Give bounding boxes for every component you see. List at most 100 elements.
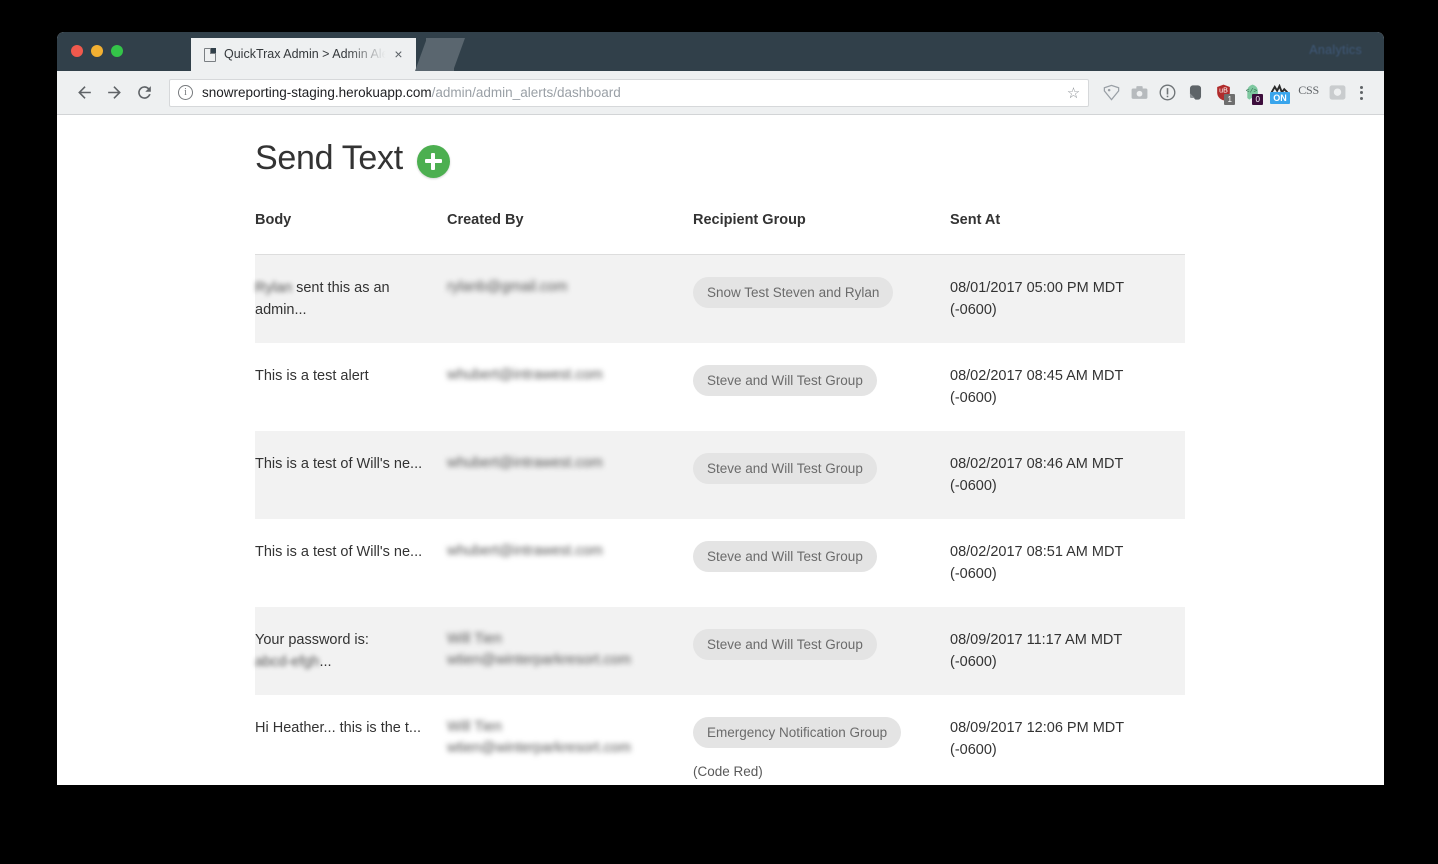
browser-tab-inactive[interactable] xyxy=(415,38,465,71)
cell-created-by: rylanb@gmail.com xyxy=(447,255,693,344)
sent-at-date: 08/09/2017 12:06 PM MDT xyxy=(950,720,1125,736)
exclamation-circle-icon[interactable] xyxy=(1158,83,1177,102)
url-text: snowreporting-staging.herokuapp.com/admi… xyxy=(202,85,621,100)
pocket-icon[interactable] xyxy=(1102,83,1121,102)
minimize-window-button[interactable] xyxy=(91,45,103,57)
column-header-body[interactable]: Body xyxy=(255,212,447,255)
created-by-email: whubert@intrawest.com xyxy=(447,455,603,471)
body-text: This is a test alert xyxy=(255,368,369,384)
table-row[interactable]: Hi Heather... this is the t... Will Tien… xyxy=(255,695,1185,785)
close-window-button[interactable] xyxy=(71,45,83,57)
browser-toolbar: i snowreporting-staging.herokuapp.com/ad… xyxy=(57,71,1384,115)
created-by-name: Will Tien xyxy=(447,631,502,647)
body-text: Your password is: xyxy=(255,632,369,648)
close-tab-button[interactable]: × xyxy=(391,47,406,62)
browser-titlebar: QuickTrax Admin > Admin Alerts × Analyti… xyxy=(57,32,1384,71)
table-row[interactable]: Rylan sent this as an admin... rylanb@gm… xyxy=(255,254,1185,344)
body-text: Hi Heather... this is the t... xyxy=(255,720,422,736)
table-row[interactable]: This is a test of Will's ne... whubert@i… xyxy=(255,431,1185,519)
site-info-icon[interactable]: i xyxy=(178,85,193,100)
page-content: Send Text Body Created By Recipient Grou… xyxy=(57,115,1384,785)
sent-at-offset: (-0600) xyxy=(950,478,997,494)
browser-menu-icon[interactable] xyxy=(1350,80,1372,106)
page-title: Send Text xyxy=(255,139,403,177)
camera-icon[interactable] xyxy=(1130,83,1149,102)
alerts-dashboard: Send Text Body Created By Recipient Grou… xyxy=(255,139,1185,785)
cell-sent-at: 08/02/2017 08:46 AM MDT (-0600) xyxy=(950,431,1185,519)
cell-recipient-group: Emergency Notification Group (Code Red) xyxy=(693,695,950,785)
maximize-window-button[interactable] xyxy=(111,45,123,57)
created-by-name: Will Tien xyxy=(447,719,502,735)
created-by-email: whubert@intrawest.com xyxy=(447,367,603,383)
ublock-origin-icon[interactable]: uB 1 xyxy=(1214,83,1236,105)
page-icon xyxy=(204,47,216,62)
cell-recipient-group: Steve and Will Test Group xyxy=(693,519,950,607)
cell-created-by: Will Tien wtien@winterparkresort.com xyxy=(447,607,693,695)
body-text: This is a test of Will's ne... xyxy=(255,456,423,472)
cell-sent-at: 08/02/2017 08:45 AM MDT (-0600) xyxy=(950,343,1185,431)
cell-sent-at: 08/02/2017 08:51 AM MDT (-0600) xyxy=(950,519,1185,607)
created-by-email: wtien@winterparkresort.com xyxy=(447,740,631,756)
cell-recipient-group: Steve and Will Test Group xyxy=(693,343,950,431)
table-row[interactable]: Your password is: abcd-efgh... Will Tien… xyxy=(255,607,1185,695)
cell-created-by: whubert@intrawest.com xyxy=(447,431,693,519)
sent-at-date: 08/09/2017 11:17 AM MDT xyxy=(950,632,1123,648)
extension-toolbar: uB 1 </> 0 ON CSS xyxy=(1095,83,1347,105)
column-header-recipient-group[interactable]: Recipient Group xyxy=(693,212,950,255)
ghostery-icon[interactable]: </> 0 xyxy=(1242,83,1264,105)
cell-recipient-group: Snow Test Steven and Rylan xyxy=(693,255,950,344)
evernote-icon[interactable] xyxy=(1186,83,1205,102)
browser-window: QuickTrax Admin > Admin Alerts × Analyti… xyxy=(57,32,1384,785)
ublock-badge-count: 1 xyxy=(1224,94,1236,105)
alerts-table: Body Created By Recipient Group Sent At … xyxy=(255,212,1185,785)
cell-body: Rylan sent this as an admin... xyxy=(255,255,447,344)
cell-sent-at: 08/09/2017 12:06 PM MDT (-0600) xyxy=(950,695,1185,785)
group-badge: Steve and Will Test Group xyxy=(693,541,877,572)
sent-at-date: 08/02/2017 08:45 AM MDT xyxy=(950,368,1124,384)
wappalyzer-icon[interactable]: ON xyxy=(1270,83,1290,104)
sent-at-date: 08/01/2017 05:00 PM MDT xyxy=(950,280,1125,296)
tab-title: QuickTrax Admin > Admin Alerts xyxy=(224,46,389,63)
back-icon[interactable] xyxy=(69,78,99,108)
reload-icon[interactable] xyxy=(129,78,159,108)
url-path: /admin/admin_alerts/dashboard xyxy=(431,85,621,100)
forward-icon[interactable] xyxy=(99,78,129,108)
group-badge: Snow Test Steven and Rylan xyxy=(693,277,894,308)
cell-body: This is a test of Will's ne... xyxy=(255,519,447,607)
sent-at-offset: (-0600) xyxy=(950,390,997,406)
browser-tab-active[interactable]: QuickTrax Admin > Admin Alerts × xyxy=(191,38,416,71)
cell-recipient-group: Steve and Will Test Group xyxy=(693,431,950,519)
ghostery-badge-count: 0 xyxy=(1252,94,1264,105)
cell-recipient-group: Steve and Will Test Group xyxy=(693,607,950,695)
body-suffix: ... xyxy=(319,654,332,670)
cell-sent-at: 08/09/2017 11:17 AM MDT (-0600) xyxy=(950,607,1185,695)
table-header-row: Body Created By Recipient Group Sent At xyxy=(255,212,1185,255)
redacted-text: abcd-efgh xyxy=(255,654,320,670)
table-row[interactable]: This is a test of Will's ne... whubert@i… xyxy=(255,519,1185,607)
sent-at-offset: (-0600) xyxy=(950,742,997,758)
add-text-button[interactable] xyxy=(416,144,450,178)
cell-body: Hi Heather... this is the t... xyxy=(255,695,447,785)
created-by-email: whubert@intrawest.com xyxy=(447,543,603,559)
column-header-sent-at[interactable]: Sent At xyxy=(950,212,1185,255)
cell-created-by: whubert@intrawest.com xyxy=(447,519,693,607)
body-text: This is a test of Will's ne... xyxy=(255,544,423,560)
column-header-created-by[interactable]: Created By xyxy=(447,212,693,255)
table-row[interactable]: This is a test alert whubert@intrawest.c… xyxy=(255,343,1185,431)
sent-at-date: 08/02/2017 08:51 AM MDT xyxy=(950,544,1124,560)
created-by-email: rylanb@gmail.com xyxy=(447,279,568,295)
cell-body: Your password is: abcd-efgh... xyxy=(255,607,447,695)
group-badge: Steve and Will Test Group xyxy=(693,453,877,484)
url-domain: snowreporting-staging.herokuapp.com xyxy=(202,85,432,100)
address-bar[interactable]: i snowreporting-staging.herokuapp.com/ad… xyxy=(169,78,1090,107)
cell-body: This is a test alert xyxy=(255,343,447,431)
cell-body: This is a test of Will's ne... xyxy=(255,431,447,519)
page-header: Send Text xyxy=(255,139,1185,178)
shield-icon[interactable] xyxy=(1328,83,1347,102)
bookmark-star-icon[interactable]: ☆ xyxy=(1059,84,1080,102)
cell-created-by: Will Tien wtien@winterparkresort.com xyxy=(447,695,693,785)
cell-created-by: whubert@intrawest.com xyxy=(447,343,693,431)
sent-at-date: 08/02/2017 08:46 AM MDT xyxy=(950,456,1124,472)
group-note: (Code Red) xyxy=(693,764,763,779)
css-viewer-icon[interactable]: CSS xyxy=(1298,83,1319,102)
